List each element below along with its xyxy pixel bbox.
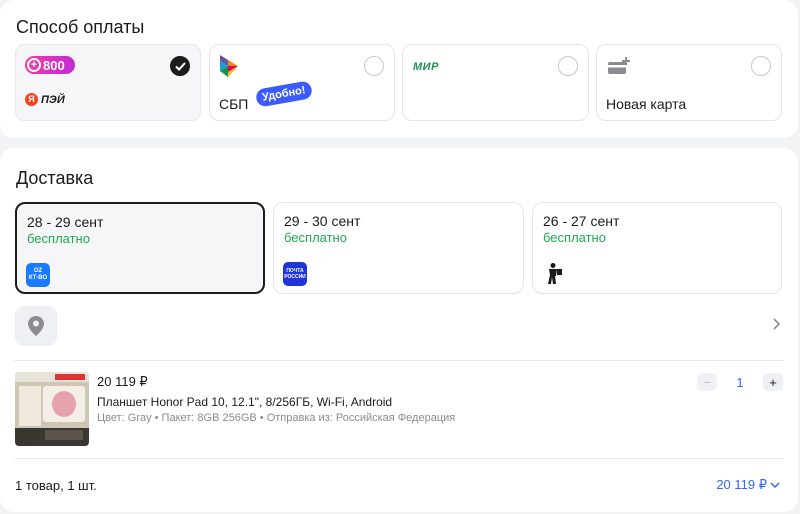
delivery-option-2[interactable]: 29 - 30 сент бесплатно ПОЧТА РОССИИ bbox=[273, 202, 524, 294]
delivery-option-1[interactable]: 28 - 29 сент бесплатно OZ КТ-ВО bbox=[15, 202, 265, 294]
delivery-date: 26 - 27 сент bbox=[543, 213, 620, 229]
location-button[interactable] bbox=[15, 306, 57, 346]
delivery-date: 28 - 29 сент bbox=[27, 214, 104, 230]
new-card-label: Новая карта bbox=[606, 96, 687, 112]
product-image bbox=[15, 372, 89, 446]
ozon-delivery-icon: OZ КТ-ВО bbox=[26, 263, 50, 287]
increase-button[interactable]: + bbox=[763, 373, 783, 391]
mir-logo: МИР bbox=[413, 61, 439, 73]
pochta-rossii-icon: ПОЧТА РОССИИ bbox=[283, 262, 307, 286]
product-price: 20 119 ₽ bbox=[97, 374, 148, 389]
payment-option-new-card[interactable]: Новая карта bbox=[596, 44, 782, 121]
divider bbox=[14, 458, 784, 459]
courier-icon bbox=[548, 263, 562, 284]
divider bbox=[14, 360, 784, 361]
sbp-label: СБП bbox=[219, 96, 249, 112]
yandex-pay-logo: Я ПЭЙ bbox=[25, 93, 65, 106]
payment-option-sbp[interactable]: СБП Удобно! bbox=[209, 44, 395, 121]
delivery-option-3[interactable]: 26 - 27 сент бесплатно bbox=[532, 202, 782, 294]
payment-option-yandex-pay[interactable]: +800 Я ПЭЙ bbox=[15, 44, 201, 121]
product-title[interactable]: Планшет Honor Pad 10, 12.1", 8/256ГБ, Wi… bbox=[97, 395, 392, 409]
delivery-price: бесплатно bbox=[27, 231, 90, 246]
payment-option-mir[interactable]: МИР bbox=[402, 44, 589, 121]
radio-icon[interactable] bbox=[364, 56, 384, 76]
radio-checked-icon[interactable] bbox=[170, 56, 190, 76]
radio-icon[interactable] bbox=[558, 56, 578, 76]
add-card-icon bbox=[608, 57, 630, 74]
decrease-button[interactable]: − bbox=[697, 373, 717, 391]
convenient-badge: Удобно! bbox=[254, 80, 313, 108]
quantity-stepper: − 1 + bbox=[697, 373, 783, 391]
delivery-section: Доставка 28 - 29 сент бесплатно OZ КТ-ВО… bbox=[0, 148, 798, 512]
quantity-value[interactable]: 1 bbox=[717, 375, 763, 390]
delivery-price: бесплатно bbox=[543, 230, 606, 245]
product-meta: Цвет: Gray • Пакет: 8GB 256GB • Отправка… bbox=[97, 412, 456, 424]
delivery-title: Доставка bbox=[16, 168, 94, 188]
radio-icon[interactable] bbox=[751, 56, 771, 76]
summary-total-toggle[interactable]: 20 119 ₽ bbox=[716, 477, 780, 493]
summary-total: 20 119 ₽ bbox=[716, 477, 767, 492]
location-pin-icon bbox=[28, 316, 44, 336]
delivery-price: бесплатно bbox=[284, 230, 347, 245]
payment-section: Способ оплаты +800 Я ПЭЙ СБП Удобно! МИР bbox=[0, 0, 798, 138]
payment-title: Способ оплаты bbox=[16, 17, 145, 37]
chevron-right-icon[interactable] bbox=[772, 318, 780, 330]
delivery-date: 29 - 30 сент bbox=[284, 213, 361, 229]
sbp-icon bbox=[220, 55, 238, 77]
chevron-down-icon bbox=[770, 481, 780, 488]
logo-800: +800 bbox=[25, 56, 75, 74]
summary-count: 1 товар, 1 шт. bbox=[15, 478, 97, 493]
